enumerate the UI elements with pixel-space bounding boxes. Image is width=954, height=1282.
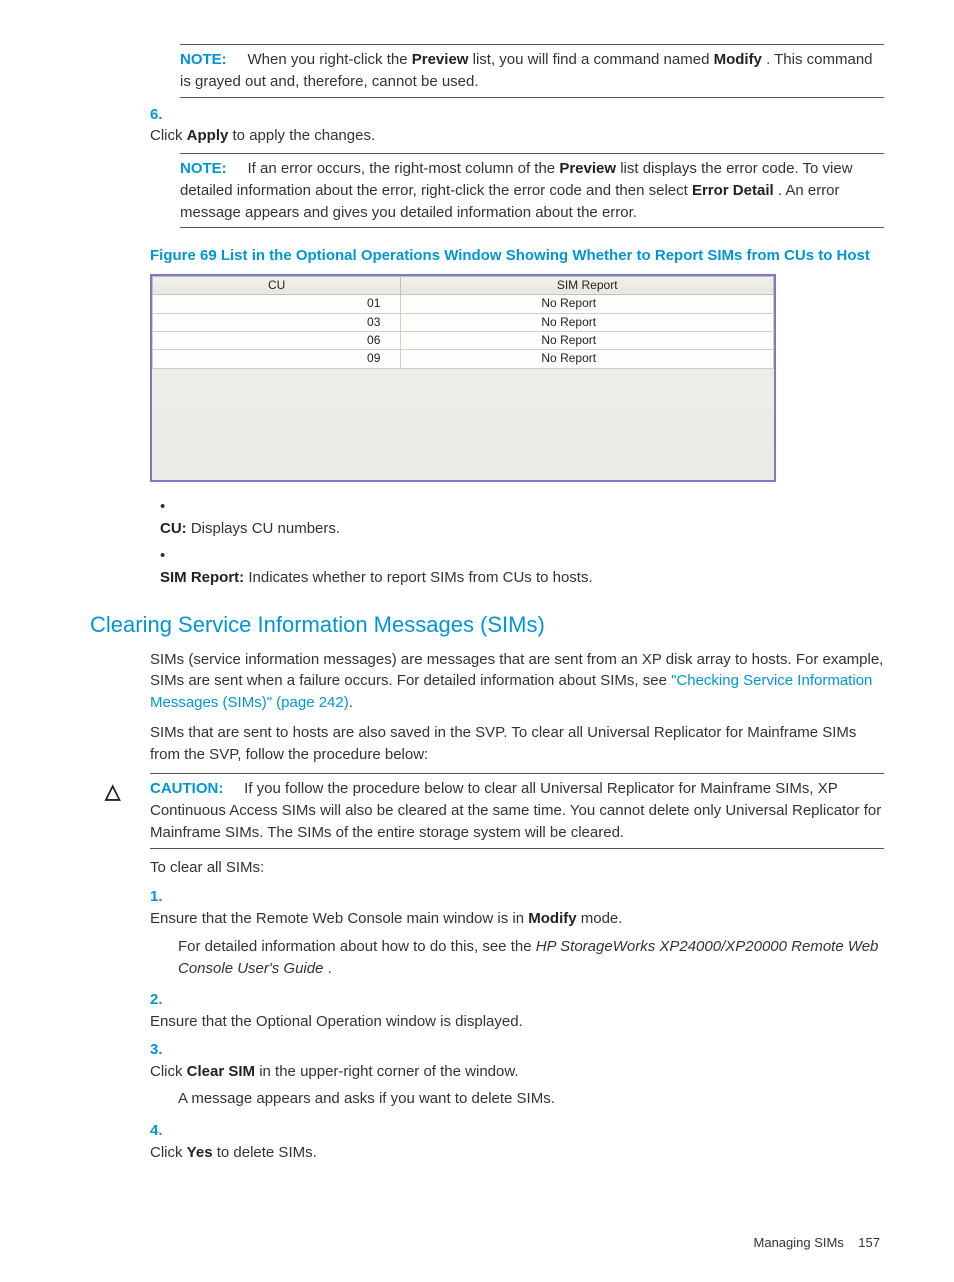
table-row: 01No Report — [153, 295, 774, 313]
bold-apply: Apply — [187, 127, 229, 144]
text: to apply the changes. — [233, 127, 376, 144]
col-header-cu: CU — [153, 276, 401, 294]
caution-block: △ CAUTION: If you follow the procedure b… — [150, 773, 884, 848]
proc-step-1: 1. Ensure that the Remote Web Console ma… — [150, 886, 884, 930]
text: Click — [150, 127, 187, 144]
caution-label: CAUTION: — [150, 780, 223, 797]
cell-cu: 03 — [153, 313, 401, 331]
text: Click — [150, 1144, 187, 1161]
table-row: 06No Report — [153, 331, 774, 349]
figure-caption: Figure 69 List in the Optional Operation… — [150, 246, 884, 266]
note-label: NOTE: — [180, 160, 227, 177]
text: in the upper-right corner of the window. — [259, 1063, 518, 1080]
bold-sim-report: SIM Report: — [160, 569, 244, 586]
proc-step-3: 3. Click Clear SIM in the upper-right co… — [150, 1039, 884, 1083]
bullet-icon: • — [160, 496, 182, 518]
text: Indicates whether to report SIMs from CU… — [248, 569, 592, 586]
text: mode. — [581, 910, 623, 927]
page-footer: Managing SIMs 157 — [90, 1234, 884, 1253]
bold-modify: Modify — [714, 51, 762, 68]
step-text: Click Apply to apply the changes. — [150, 125, 870, 147]
step-number: 2. — [150, 989, 178, 1011]
text: . — [328, 960, 332, 977]
procedure-lead: To clear all SIMs: — [150, 857, 884, 879]
bold-cu: CU: — [160, 520, 187, 537]
cell-cu: 01 — [153, 295, 401, 313]
cell-cu: 06 — [153, 331, 401, 349]
step-number: 6. — [150, 104, 178, 126]
bold-clear-sim: Clear SIM — [187, 1063, 255, 1080]
bold-error-detail: Error Detail — [692, 182, 774, 199]
cell-cu: 09 — [153, 350, 401, 368]
sim-report-table: CU SIM Report 01No Report 03No Report 06… — [152, 276, 774, 369]
bold-preview: Preview — [412, 51, 469, 68]
proc-step-3-sub: A message appears and asks if you want t… — [178, 1088, 884, 1110]
bold-modify: Modify — [528, 910, 576, 927]
cell-report: No Report — [401, 331, 774, 349]
note-block-error: NOTE: If an error occurs, the right-most… — [180, 153, 884, 228]
step-6: 6. Click Apply to apply the changes. — [150, 104, 884, 148]
text: to delete SIMs. — [217, 1144, 317, 1161]
col-header-sim-report: SIM Report — [401, 276, 774, 294]
cell-report: No Report — [401, 313, 774, 331]
step-text: Ensure that the Optional Operation windo… — [150, 1011, 870, 1033]
caution-icon: △ — [105, 778, 120, 807]
section-heading-clearing-sims: Clearing Service Information Messages (S… — [90, 609, 884, 641]
bullet-sim-report: • SIM Report: Indicates whether to repor… — [160, 545, 884, 589]
note-text: list, you will find a command named — [473, 51, 714, 68]
text: Displays CU numbers. — [191, 520, 340, 537]
paragraph: SIMs (service information messages) are … — [150, 649, 884, 714]
bullet-icon: • — [160, 545, 182, 567]
proc-step-1-sub: For detailed information about how to do… — [178, 936, 884, 980]
table-row: 09No Report — [153, 350, 774, 368]
footer-label: Managing SIMs — [754, 1235, 844, 1250]
footer-page-number: 157 — [858, 1235, 880, 1250]
proc-step-4: 4. Click Yes to delete SIMs. — [150, 1120, 884, 1164]
step-text: Ensure that the Remote Web Console main … — [150, 908, 870, 930]
figure-image: CU SIM Report 01No Report 03No Report 06… — [150, 274, 776, 482]
text: Ensure that the Remote Web Console main … — [150, 910, 528, 927]
table-row: 03No Report — [153, 313, 774, 331]
bold-yes: Yes — [187, 1144, 213, 1161]
cell-report: No Report — [401, 350, 774, 368]
note-block-preview-modify: NOTE: When you right-click the Preview l… — [180, 44, 884, 98]
bold-preview: Preview — [559, 160, 616, 177]
step-number: 3. — [150, 1039, 178, 1061]
text: For detailed information about how to do… — [178, 938, 536, 955]
step-number: 1. — [150, 886, 178, 908]
caution-text: If you follow the procedure below to cle… — [150, 780, 881, 841]
step-number: 4. — [150, 1120, 178, 1142]
note-text: When you right-click the — [248, 51, 412, 68]
proc-step-2: 2. Ensure that the Optional Operation wi… — [150, 989, 884, 1033]
bullet-cu: • CU: Displays CU numbers. — [160, 496, 884, 540]
bullet-text: SIM Report: Indicates whether to report … — [160, 567, 880, 589]
bullet-text: CU: Displays CU numbers. — [160, 518, 880, 540]
note-label: NOTE: — [180, 51, 227, 68]
paragraph: SIMs that are sent to hosts are also sav… — [150, 722, 884, 766]
text: . — [349, 694, 353, 711]
cell-report: No Report — [401, 295, 774, 313]
text: Click — [150, 1063, 187, 1080]
note-text: If an error occurs, the right-most colum… — [248, 160, 560, 177]
step-text: Click Clear SIM in the upper-right corne… — [150, 1061, 870, 1083]
step-text: Click Yes to delete SIMs. — [150, 1142, 870, 1164]
